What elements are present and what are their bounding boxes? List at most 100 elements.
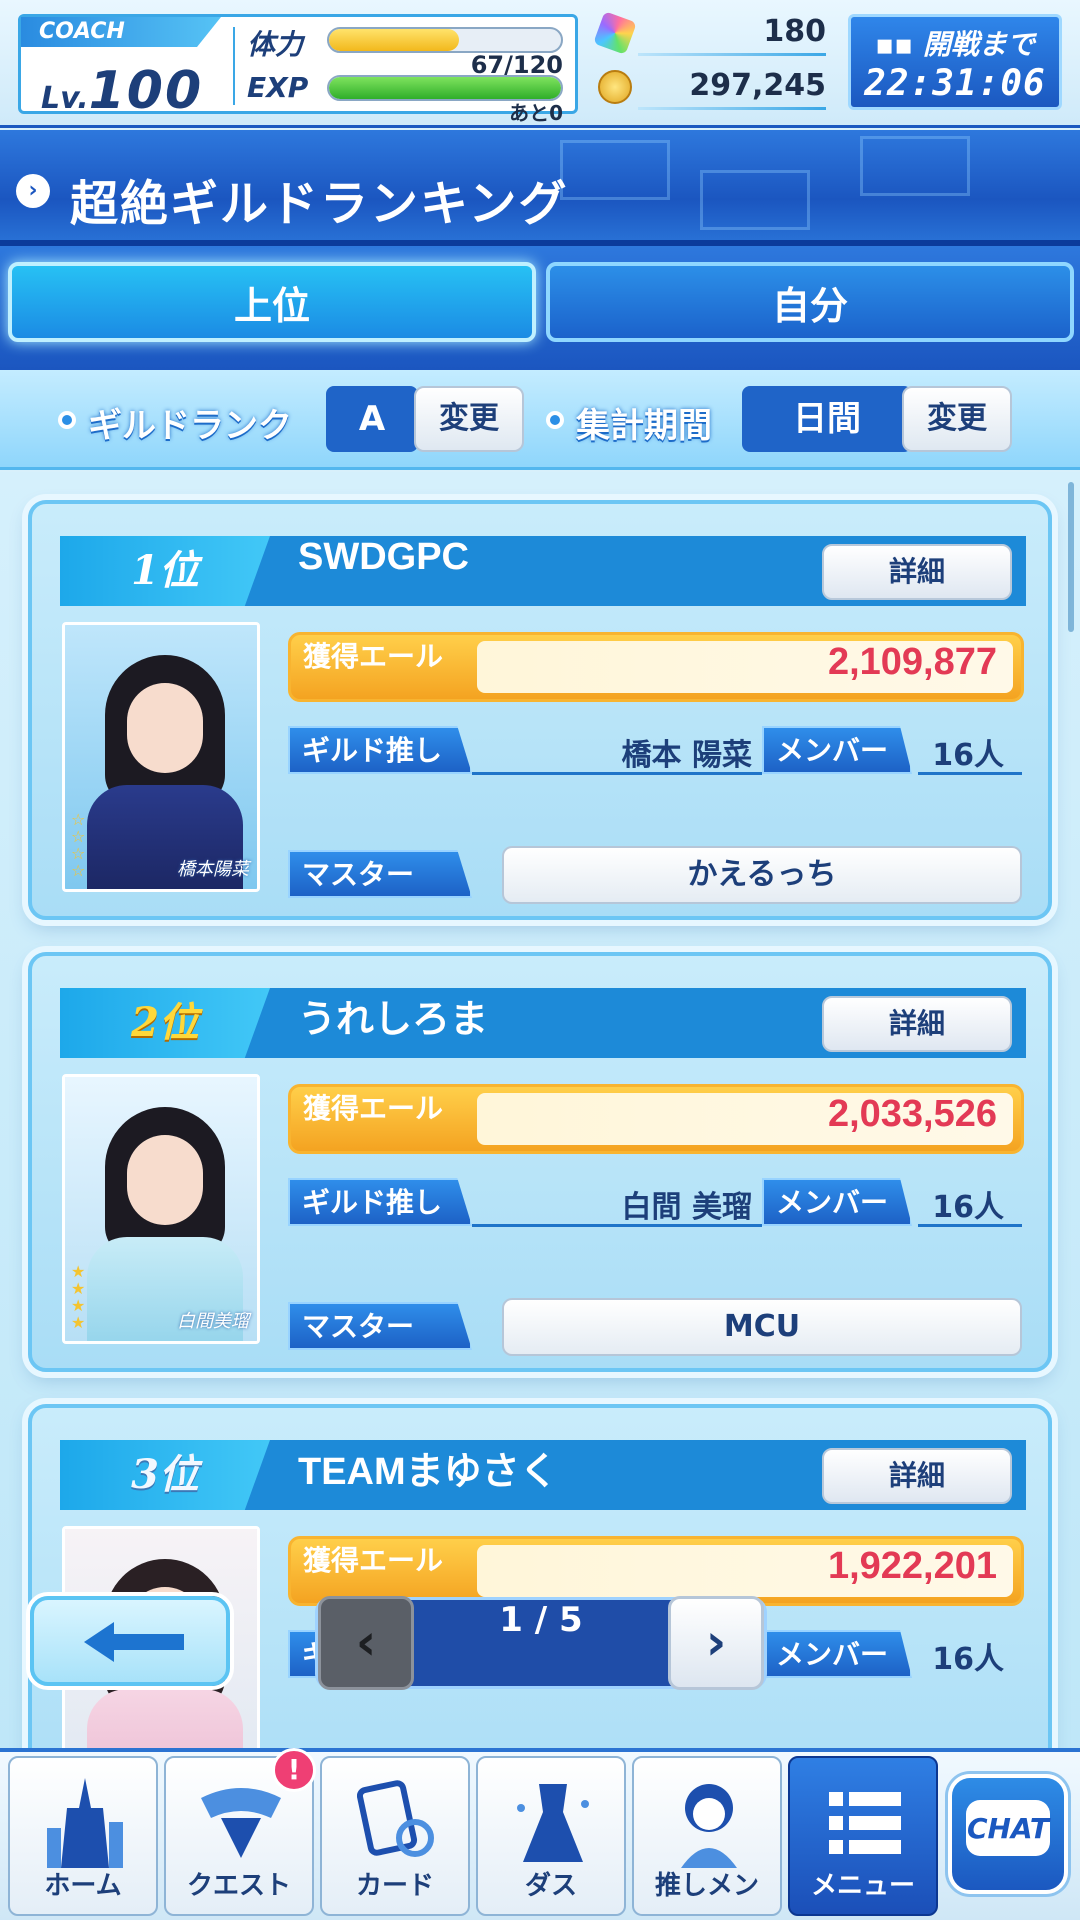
divider	[233, 27, 235, 105]
page-title: 超絶ギルドランキング	[70, 176, 569, 232]
back-button[interactable]	[30, 1596, 230, 1686]
nav-label: 推しメン	[654, 1871, 759, 1901]
nav-card[interactable]: カード	[320, 1756, 470, 1916]
gem-count: 180	[763, 14, 826, 49]
rank-badge: 1位	[60, 536, 270, 606]
hex-decoration	[860, 136, 970, 196]
oshi-label: ギルド推し	[288, 1178, 472, 1226]
detail-button[interactable]: 詳細	[822, 996, 1012, 1052]
idol-girl-icon	[681, 1784, 737, 1868]
gem-counter: 180	[593, 11, 826, 56]
tab-top[interactable]: 上位	[8, 262, 536, 342]
coin-icon	[598, 70, 632, 104]
period-value: 日間	[742, 386, 912, 452]
pagination: ‹ 1 / 5 ›	[318, 1596, 764, 1690]
menu-list-icon	[829, 1792, 901, 1854]
coin-counter: 297,245	[598, 66, 826, 110]
signature: 橋本陽菜	[177, 859, 249, 880]
bottom-nav: ホーム クエスト ! カード ダス 推しメン メニュー CHAT	[0, 1748, 1080, 1920]
card-header: 1位 SWDGPC 詳細	[60, 536, 1026, 606]
master-value: かえるっち	[502, 846, 1022, 904]
master-label: マスター	[288, 850, 472, 898]
nav-label: クエスト	[186, 1871, 291, 1901]
nav-label: ホーム	[44, 1871, 122, 1901]
grid-icon: ▪▪	[875, 28, 923, 61]
coach-panel: COACH Lv.100 体力 67/120 EXP あと0	[18, 14, 578, 125]
guild-rank-label: ギルドランク	[88, 406, 292, 446]
page-indicator: 1 / 5	[499, 1600, 583, 1640]
prev-page-button[interactable]: ‹	[318, 1596, 414, 1690]
guild-rank-value: A	[326, 386, 418, 452]
nav-menu[interactable]: メニュー	[788, 1756, 938, 1916]
card-header: 3位 TEAMまゆさく 詳細	[60, 1440, 1026, 1510]
ale-panel: 獲得エール 2,109,877	[288, 632, 1024, 702]
nav-label: カード	[355, 1871, 434, 1901]
stamina-bar	[327, 27, 563, 53]
period-label: 集計期間	[576, 406, 712, 446]
coach-level: Lv.100	[41, 61, 203, 121]
battle-timer-button[interactable]: ▪▪ 開戦まで 22:31:06	[848, 14, 1062, 110]
members-label: メンバー	[762, 1178, 912, 1226]
members-label: メンバー	[762, 1630, 912, 1678]
next-page-button[interactable]: ›	[668, 1596, 764, 1690]
exp-value: あと0	[509, 101, 563, 125]
card-header: 2位 うれしろま 詳細	[60, 988, 1026, 1058]
status-bar: COACH Lv.100 体力 67/120 EXP あと0 180 297,2…	[0, 0, 1080, 128]
ale-value: 2,109,877	[827, 641, 997, 683]
nav-label: メニュー	[810, 1871, 915, 1901]
page-header: › 超絶ギルドランキング	[0, 130, 1080, 246]
ranking-card: 3位 TEAMまゆさく 詳細 獲得エール 1,922,201 ギルド推し メンバ…	[28, 1404, 1052, 1748]
home-tower-icon	[47, 1778, 123, 1868]
ale-panel: 獲得エール 2,033,526	[288, 1084, 1024, 1154]
period-change-button[interactable]: 変更	[902, 386, 1012, 452]
hex-decoration	[700, 170, 810, 230]
master-value: MCU	[502, 1298, 1022, 1356]
members-value: 16人	[932, 1642, 1004, 1677]
level-prefix: Lv.	[41, 81, 89, 116]
nav-home[interactable]: ホーム	[8, 1756, 158, 1916]
timer-label: ▪▪ 開戦まで	[851, 23, 1059, 63]
members-label: メンバー	[762, 726, 912, 774]
timer-value: 22:31:06	[864, 63, 1046, 104]
guild-rank-change-button[interactable]: 変更	[414, 386, 524, 452]
dress-icon	[517, 1784, 589, 1862]
ale-label: 獲得エール	[303, 640, 444, 673]
detail-button[interactable]: 詳細	[822, 544, 1012, 600]
gem-icon	[593, 11, 637, 55]
ale-label: 獲得エール	[303, 1092, 444, 1125]
nav-oshimen[interactable]: 推しメン	[632, 1756, 782, 1916]
bullet-icon	[546, 411, 564, 429]
members-value: 16人	[932, 738, 1004, 773]
exp-fill	[329, 77, 561, 99]
oshi-value: 白間 美瑠	[621, 1190, 752, 1225]
nav-dress[interactable]: ダス	[476, 1756, 626, 1916]
rarity-stars: ★ ★ ★ ★	[71, 1262, 86, 1332]
detail-button[interactable]: 詳細	[822, 1448, 1012, 1504]
ale-value: 2,033,526	[827, 1093, 997, 1135]
oshi-value: 橋本 陽菜	[621, 738, 752, 773]
rank-badge: 3位	[60, 1440, 270, 1510]
members-value: 16人	[932, 1190, 1004, 1225]
exp-label: EXP	[247, 71, 309, 104]
back-arrow-icon	[84, 1622, 184, 1662]
chat-label: CHAT	[966, 1812, 1050, 1845]
stamina-label: 体力	[247, 28, 304, 61]
tab-mine[interactable]: 自分	[546, 262, 1074, 342]
rarity-stars: ☆ ☆ ☆ ☆	[71, 810, 86, 880]
scrollbar[interactable]	[1068, 482, 1074, 632]
guild-name: うれしろま	[298, 999, 489, 1041]
ranking-card: 1位 SWDGPC 詳細 ☆ ☆ ☆ ☆ 橋本陽菜 獲得エール 2,109,877 ギ…	[28, 500, 1052, 920]
bullet-icon	[58, 411, 76, 429]
ale-label: 獲得エール	[303, 1544, 444, 1577]
chat-button[interactable]: CHAT	[948, 1774, 1068, 1894]
coach-tag: COACH	[21, 17, 221, 47]
ranking-list[interactable]: 1位 SWDGPC 詳細 ☆ ☆ ☆ ☆ 橋本陽菜 獲得エール 2,109,877 ギ…	[0, 472, 1080, 1748]
hex-decoration	[560, 140, 670, 200]
gem-underline	[638, 53, 826, 56]
ale-value: 1,922,201	[827, 1545, 997, 1587]
guild-name: TEAMまゆさく	[298, 1451, 558, 1493]
quest-notification-badge: !	[272, 1748, 316, 1792]
coin-count: 297,245	[689, 68, 826, 103]
nav-label: ダス	[524, 1871, 577, 1901]
guild-name: SWDGPC	[298, 536, 469, 578]
